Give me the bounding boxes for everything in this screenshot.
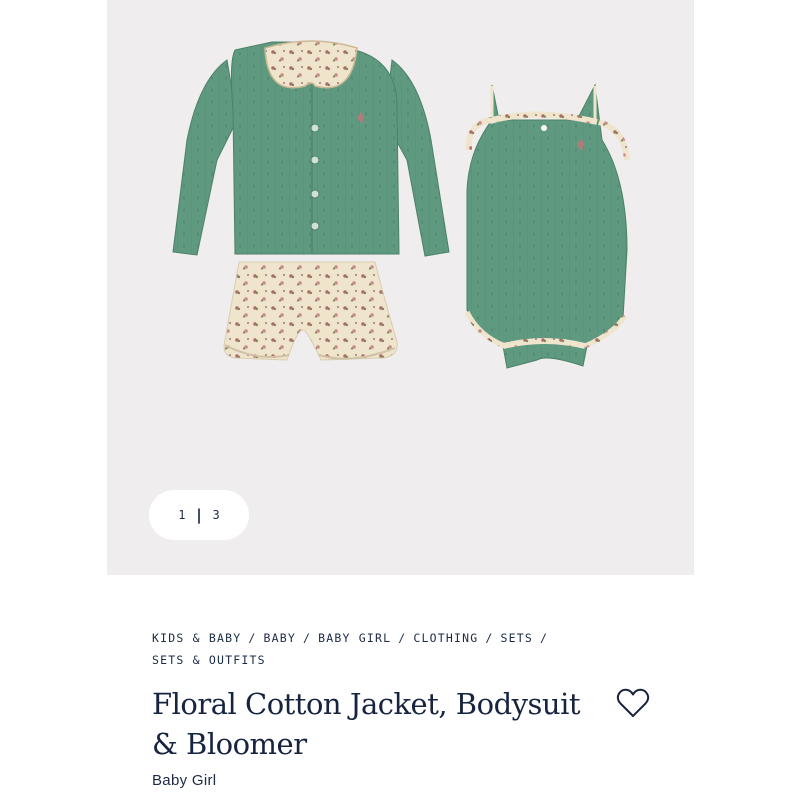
breadcrumb-baby-girl[interactable]: BABY GIRL bbox=[318, 631, 391, 645]
breadcrumb-sets-outfits[interactable]: SETS & OUTFITS bbox=[152, 653, 266, 667]
breadcrumb-separator: / bbox=[398, 631, 407, 645]
product-image bbox=[172, 40, 630, 369]
product-image-gallery[interactable]: 1 | 3 bbox=[107, 0, 694, 575]
product-subtitle: Baby Girl bbox=[152, 772, 217, 789]
breadcrumb-separator: / bbox=[303, 631, 312, 645]
breadcrumb-separator: / bbox=[540, 631, 549, 645]
pager-current: 1 bbox=[178, 508, 186, 522]
wishlist-button[interactable] bbox=[614, 686, 652, 720]
product-title: Floral Cotton Jacket, Bodysuit & Bloomer bbox=[152, 687, 581, 761]
pager-separator: | bbox=[194, 506, 204, 524]
image-pager[interactable]: 1 | 3 bbox=[149, 490, 249, 540]
breadcrumb-clothing[interactable]: CLOTHING bbox=[413, 631, 478, 645]
breadcrumb-kids-baby[interactable]: KIDS & BABY bbox=[152, 631, 241, 645]
pager-total: 3 bbox=[212, 508, 220, 522]
breadcrumb-baby[interactable]: BABY bbox=[264, 631, 297, 645]
breadcrumb-sets[interactable]: SETS bbox=[501, 631, 534, 645]
breadcrumb: KIDS & BABY / BABY / BABY GIRL / CLOTHING / SETS… bbox=[152, 627, 652, 671]
breadcrumb-separator: / bbox=[248, 631, 257, 645]
heart-outline-icon bbox=[616, 688, 650, 717]
breadcrumb-separator: / bbox=[485, 631, 494, 645]
